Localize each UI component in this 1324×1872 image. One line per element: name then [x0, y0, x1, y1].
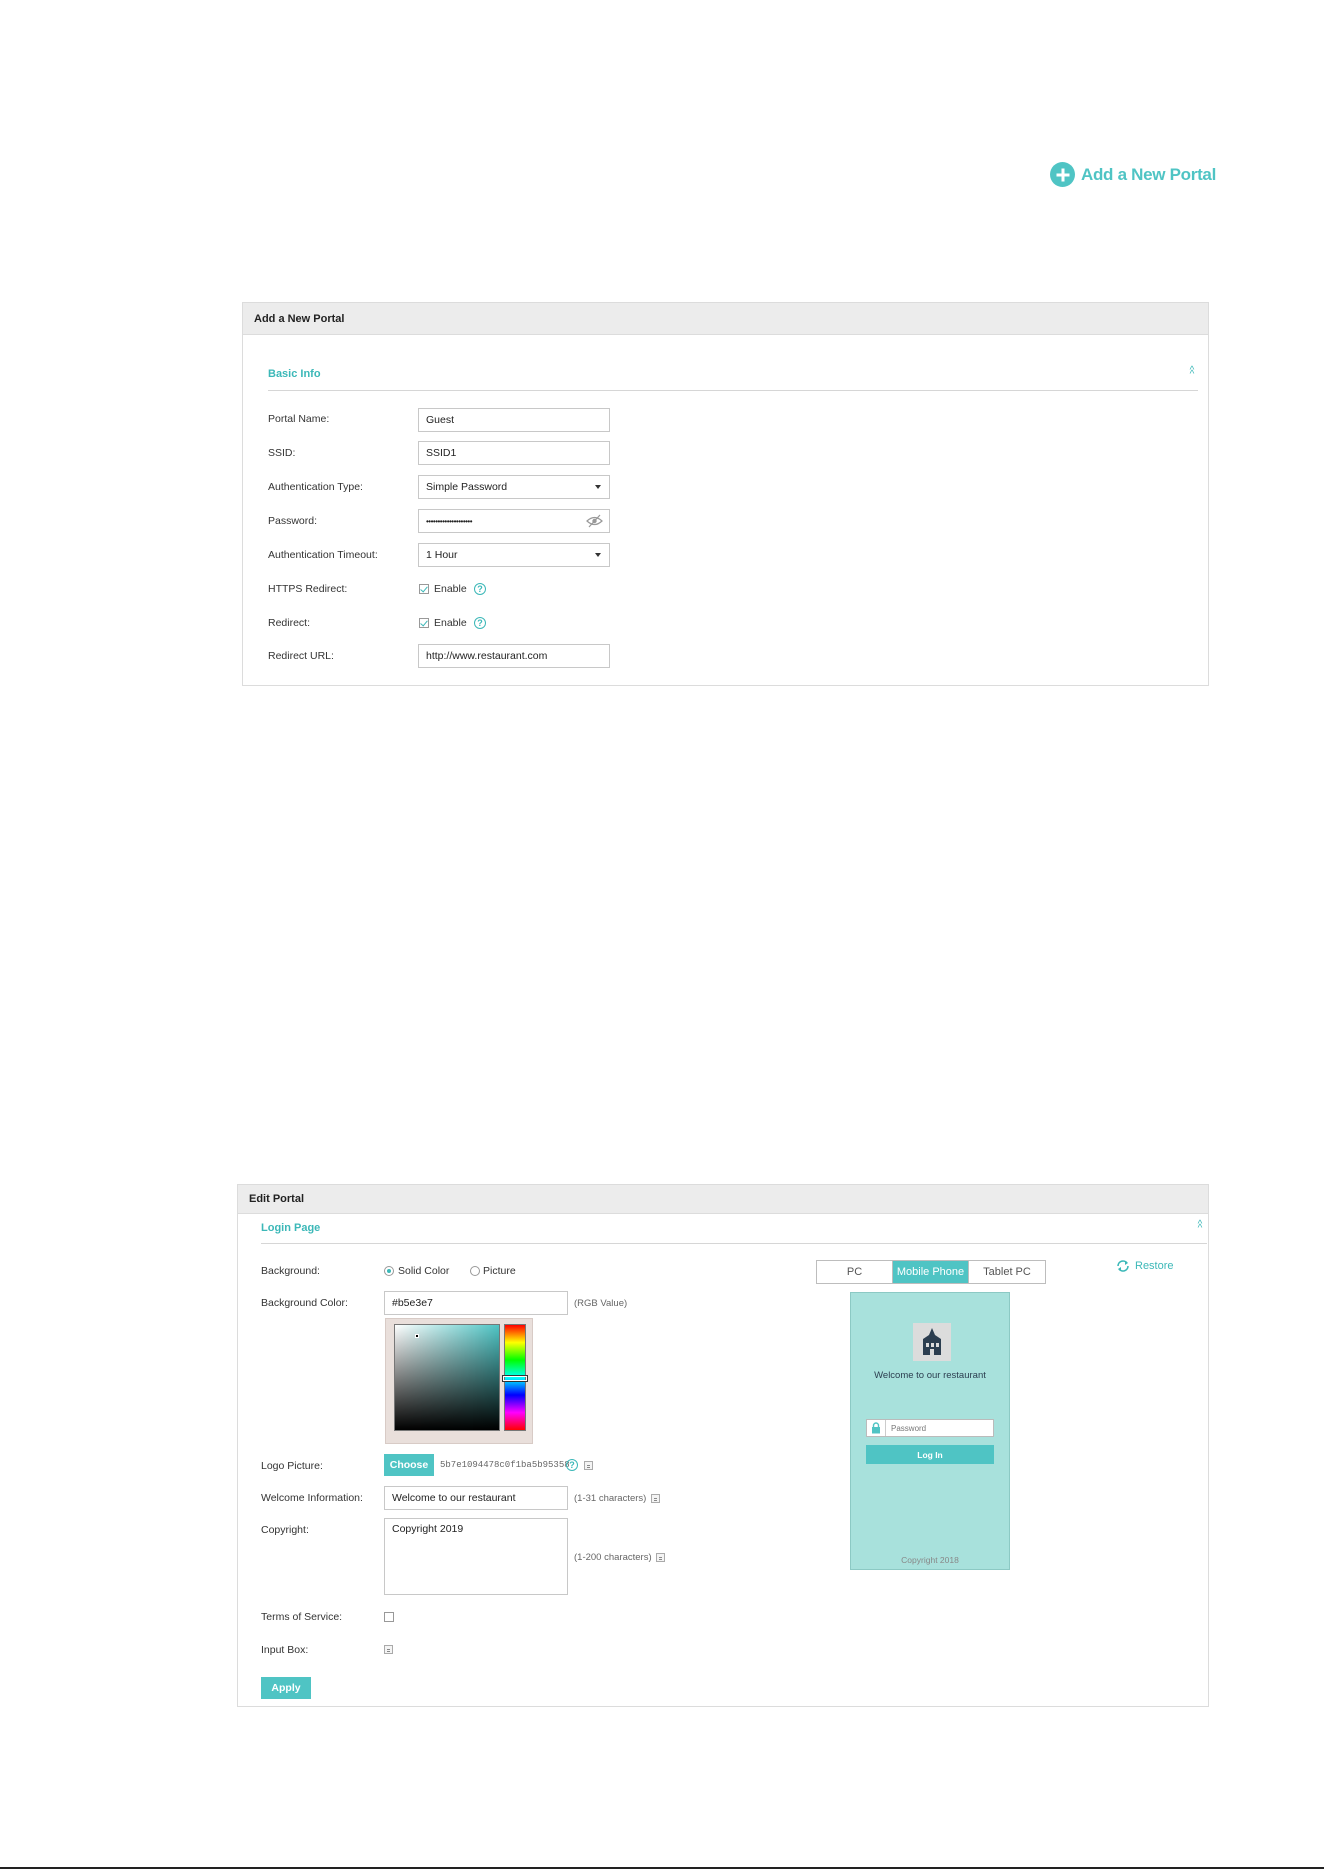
add-new-portal-label: Add a New Portal — [1081, 164, 1217, 184]
auth-timeout-value: 1 Hour — [426, 549, 458, 561]
ssid-input[interactable]: SSID1 — [418, 441, 610, 465]
password-label: Password: — [268, 515, 318, 527]
add-portal-panel: Add a New Portal — [242, 302, 1209, 686]
info-icon[interactable] — [651, 1494, 660, 1503]
preview-device-tabs: PC Mobile Phone Tablet PC — [816, 1260, 1046, 1284]
auth-type-value: Simple Password — [426, 481, 508, 493]
auth-timeout-label: Authentication Timeout: — [268, 549, 378, 561]
redirect-label: Redirect: — [268, 617, 311, 629]
restore-button[interactable]: Restore — [1115, 1259, 1174, 1273]
info-icon[interactable] — [584, 1461, 593, 1470]
preview-copyright: Copyright 2018 — [901, 1555, 959, 1565]
saturation-value-area[interactable] — [394, 1324, 500, 1431]
logo-filename: 5b7e1094478c0f1ba5b95358 — [440, 1460, 570, 1470]
welcome-info-input[interactable]: Welcome to our restaurant — [384, 1486, 568, 1510]
page-bottom-rule — [0, 1867, 1324, 1869]
plus-circle-icon — [1050, 162, 1075, 187]
refresh-icon — [1117, 1260, 1129, 1272]
copyright-value: Copyright 2019 — [392, 1523, 464, 1535]
restore-label: Restore — [1135, 1260, 1174, 1272]
password-input[interactable]: •••••••••••••••••••• — [418, 509, 610, 533]
section-login-page: Login Page — [261, 1222, 321, 1234]
copyright-hint: (1-200 characters) — [574, 1552, 652, 1563]
copyright-textarea[interactable]: Copyright 2019 — [384, 1518, 568, 1595]
add-new-portal-link[interactable]: Add a New Portal — [1050, 162, 1216, 187]
edit-portal-panel: Edit Portal — [237, 1184, 1209, 1707]
logo-picture-label: Logo Picture: — [261, 1460, 323, 1472]
solid-color-option: Solid Color — [398, 1265, 450, 1277]
restaurant-logo — [913, 1323, 951, 1361]
tab-tablet-pc[interactable]: Tablet PC — [969, 1261, 1045, 1283]
eye-slash-icon[interactable] — [586, 514, 603, 531]
tab-pc[interactable]: PC — [817, 1261, 893, 1283]
redirect-checkbox[interactable] — [419, 618, 429, 628]
picture-option: Picture — [483, 1265, 516, 1277]
picker-handle[interactable] — [415, 1334, 419, 1338]
picture-radio[interactable] — [470, 1266, 480, 1276]
terms-label: Terms of Service: — [261, 1611, 343, 1623]
https-redirect-label: HTTPS Redirect: — [268, 583, 348, 595]
portal-name-label: Portal Name: — [268, 413, 330, 425]
https-redirect-option: Enable — [434, 583, 467, 595]
apply-button[interactable]: Apply — [261, 1677, 311, 1699]
help-icon[interactable]: ? — [474, 583, 486, 595]
background-color-label: Background Color: — [261, 1297, 348, 1309]
mobile-preview: Welcome to our restaurant Password Log I… — [850, 1292, 1010, 1570]
auth-type-label: Authentication Type: — [268, 481, 363, 493]
panel-title: Edit Portal — [238, 1185, 1208, 1214]
collapse-icon[interactable]: ^ ^ — [1195, 1220, 1205, 1234]
collapse-icon[interactable]: ^ ^ — [1187, 366, 1197, 380]
redirect-url-input[interactable]: http://www.restaurant.com — [418, 644, 610, 668]
lock-icon — [867, 1420, 886, 1436]
color-picker[interactable] — [385, 1318, 533, 1444]
help-icon[interactable]: ? — [566, 1459, 578, 1471]
panel-title: Add a New Portal — [243, 303, 1208, 335]
input-box-label: Input Box: — [261, 1644, 309, 1656]
background-label: Background: — [261, 1265, 320, 1277]
preview-password-field: Password — [866, 1419, 994, 1437]
auth-timeout-select[interactable]: 1 Hour — [418, 543, 610, 567]
preview-password-placeholder: Password — [891, 1423, 927, 1433]
copyright-label: Copyright: — [261, 1524, 309, 1536]
preview-welcome-text: Welcome to our restaurant — [874, 1370, 986, 1381]
terms-checkbox[interactable] — [384, 1612, 394, 1622]
rgb-hint: (RGB Value) — [574, 1298, 628, 1309]
portal-name-input[interactable]: Guest — [418, 408, 610, 432]
info-icon[interactable] — [656, 1553, 665, 1562]
hue-handle[interactable] — [502, 1375, 528, 1382]
choose-button[interactable]: Choose — [384, 1454, 434, 1476]
section-divider — [268, 390, 1198, 391]
section-divider — [261, 1243, 1207, 1244]
preview-login-button: Log In — [866, 1445, 994, 1464]
welcome-hint: (1-31 characters) — [574, 1493, 647, 1504]
auth-type-select[interactable]: Simple Password — [418, 475, 610, 499]
tab-mobile-phone[interactable]: Mobile Phone — [893, 1261, 969, 1283]
background-color-input[interactable]: #b5e3e7 — [384, 1291, 568, 1315]
section-basic-info: Basic Info — [268, 368, 321, 380]
https-redirect-checkbox[interactable] — [419, 584, 429, 594]
welcome-info-label: Welcome Information: — [261, 1492, 363, 1504]
password-value: •••••••••••••••••••• — [426, 516, 473, 526]
hue-slider[interactable] — [502, 1324, 528, 1431]
caret-down-icon — [595, 553, 601, 557]
redirect-url-label: Redirect URL: — [268, 650, 334, 662]
solid-color-radio[interactable] — [384, 1266, 394, 1276]
caret-down-icon — [595, 485, 601, 489]
ssid-label: SSID: — [268, 447, 296, 459]
help-icon[interactable]: ? — [474, 617, 486, 629]
input-box-edit-icon[interactable] — [384, 1645, 393, 1654]
redirect-option: Enable — [434, 617, 467, 629]
